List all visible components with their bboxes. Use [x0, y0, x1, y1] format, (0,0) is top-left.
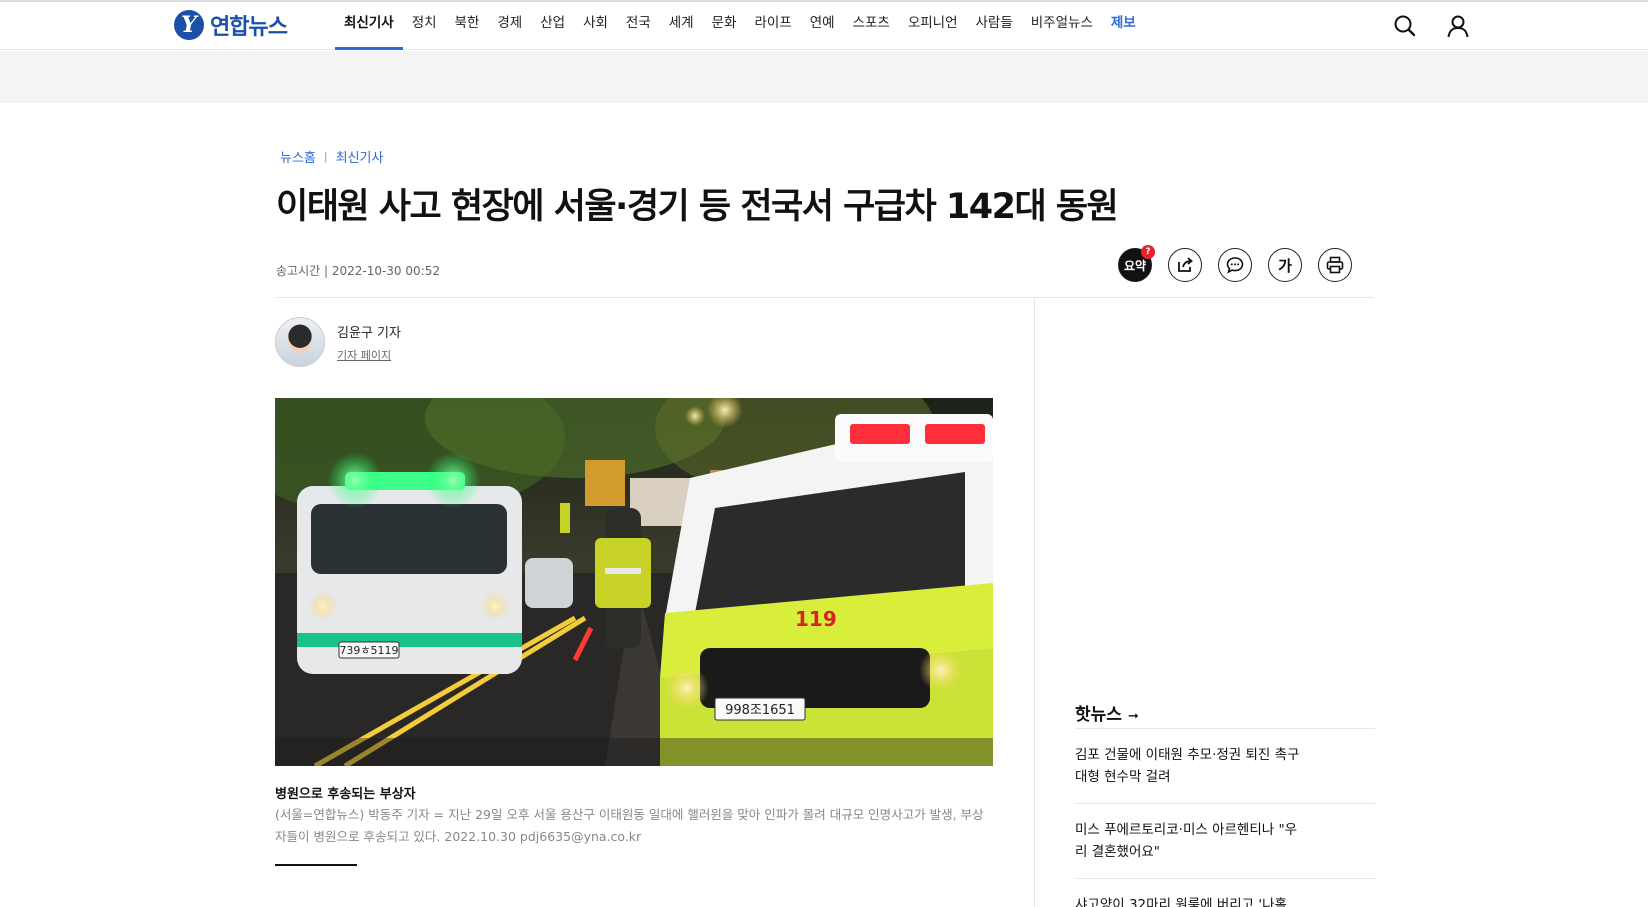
nav-item-1[interactable]: 정치 [403, 2, 446, 50]
photo-caption-title: 병원으로 후송되는 부상자 [275, 787, 416, 802]
breadcrumb: 뉴스홈 | 최신기사 [280, 147, 383, 166]
ambulance-scene-image: 739ㅎ5119 119 998조1651 [275, 398, 993, 766]
comment-button[interactable] [1218, 248, 1252, 282]
hot-news-item[interactable]: 김포 건물에 이태원 추모·정권 퇴진 촉구 대형 현수막 걸려 [1075, 744, 1305, 788]
share-icon [1178, 257, 1193, 272]
section-menu: 최신기사 정치 북한 경제 산업 사회 전국 세계 문화 라이프 연예 스포츠 오피니언 사람들 비주얼뉴스… [335, 2, 1145, 50]
print-icon [1326, 256, 1344, 274]
nav-item-7[interactable]: 세계 [660, 2, 703, 50]
user-icon[interactable] [1444, 12, 1472, 40]
nav-item-6[interactable]: 전국 [617, 2, 660, 50]
article-title: 이태원 사고 현장에 서울·경기 등 전국서 구급차 142대 동원 [276, 187, 1119, 227]
hot-news-divider [1075, 878, 1375, 879]
top-navigation: Y 연합뉴스 최신기사 정치 북한 경제 산업 사회 전국 세계 문화 라이프 연예 스포츠 오피니언 사… [0, 0, 1648, 50]
comment-icon [1226, 257, 1244, 274]
summary-label: 요약 [1123, 258, 1147, 273]
breadcrumb-home[interactable]: 뉴스홈 [280, 147, 316, 166]
nav-item-3[interactable]: 경제 [488, 2, 531, 50]
breadcrumb-separator: | [323, 150, 328, 163]
hot-news-title[interactable]: 핫뉴스 ➞ [1075, 700, 1139, 725]
nav-item-8[interactable]: 문화 [703, 2, 746, 50]
hot-news-item[interactable]: 샤고양이 32마리 원룸에 버리고 '나홀 [1075, 894, 1305, 907]
nav-item-13[interactable]: 사람들 [967, 2, 1022, 50]
nav-item-2[interactable]: 북한 [446, 2, 489, 50]
hot-news-item[interactable]: 미스 푸에르토리코·미스 아르헨티나 "우리 결혼했어요" [1075, 819, 1305, 863]
nav-item-14[interactable]: 비주얼뉴스 [1022, 2, 1102, 50]
published-time: 송고시간 | 2022-10-30 00:52 [276, 264, 440, 278]
nav-item-4[interactable]: 산업 [531, 2, 574, 50]
summary-help-badge: ? [1141, 245, 1155, 259]
share-button[interactable] [1168, 248, 1202, 282]
svg-text:119: 119 [795, 607, 837, 631]
search-icon[interactable] [1391, 12, 1419, 40]
hot-news-divider [1075, 803, 1375, 804]
font-size-button[interactable]: 가 [1268, 248, 1302, 282]
article-photo[interactable]: 739ㅎ5119 119 998조1651 [275, 398, 993, 766]
header-divider [276, 297, 1374, 298]
arrow-right-icon: ➞ [1127, 709, 1139, 724]
nav-item-10[interactable]: 연예 [801, 2, 844, 50]
nav-item-9[interactable]: 라이프 [745, 2, 800, 50]
nav-item-0[interactable]: 최신기사 [335, 2, 403, 50]
breadcrumb-section[interactable]: 최신기사 [336, 147, 384, 166]
article-tools: 요약 ? 가 [1118, 245, 1352, 282]
summary-button[interactable]: 요약 ? [1118, 245, 1155, 282]
author-block: 김윤구 기자 기자 페이지 [275, 317, 401, 367]
nav-item-15[interactable]: 제보 [1102, 2, 1145, 50]
brand-name: 연합뉴스 [210, 15, 288, 40]
hot-news-label: 핫뉴스 [1075, 705, 1122, 725]
author-page-link[interactable]: 기자 페이지 [337, 347, 401, 363]
author-avatar[interactable] [275, 317, 325, 367]
font-size-label: 가 [1278, 256, 1292, 275]
print-button[interactable] [1318, 248, 1352, 282]
nav-item-12[interactable]: 오피니언 [899, 2, 967, 50]
logo-mark-icon: Y [174, 10, 204, 40]
nav-item-5[interactable]: 사회 [574, 2, 617, 50]
column-divider [1034, 298, 1035, 907]
caption-underline [275, 864, 357, 866]
ad-banner-area [0, 51, 1648, 103]
photo-caption-text: (서울=연합뉴스) 박동주 기자 = 지난 29일 오후 서울 용산구 이태원동… [275, 807, 984, 844]
nav-item-11[interactable]: 스포츠 [844, 2, 899, 50]
hot-news-divider [1075, 728, 1375, 729]
right-plate-text: 998조1651 [725, 703, 795, 718]
brand-logo[interactable]: Y 연합뉴스 [174, 6, 288, 44]
author-name: 김윤구 기자 [337, 325, 401, 341]
left-plate-text: 739ㅎ5119 [339, 644, 398, 657]
